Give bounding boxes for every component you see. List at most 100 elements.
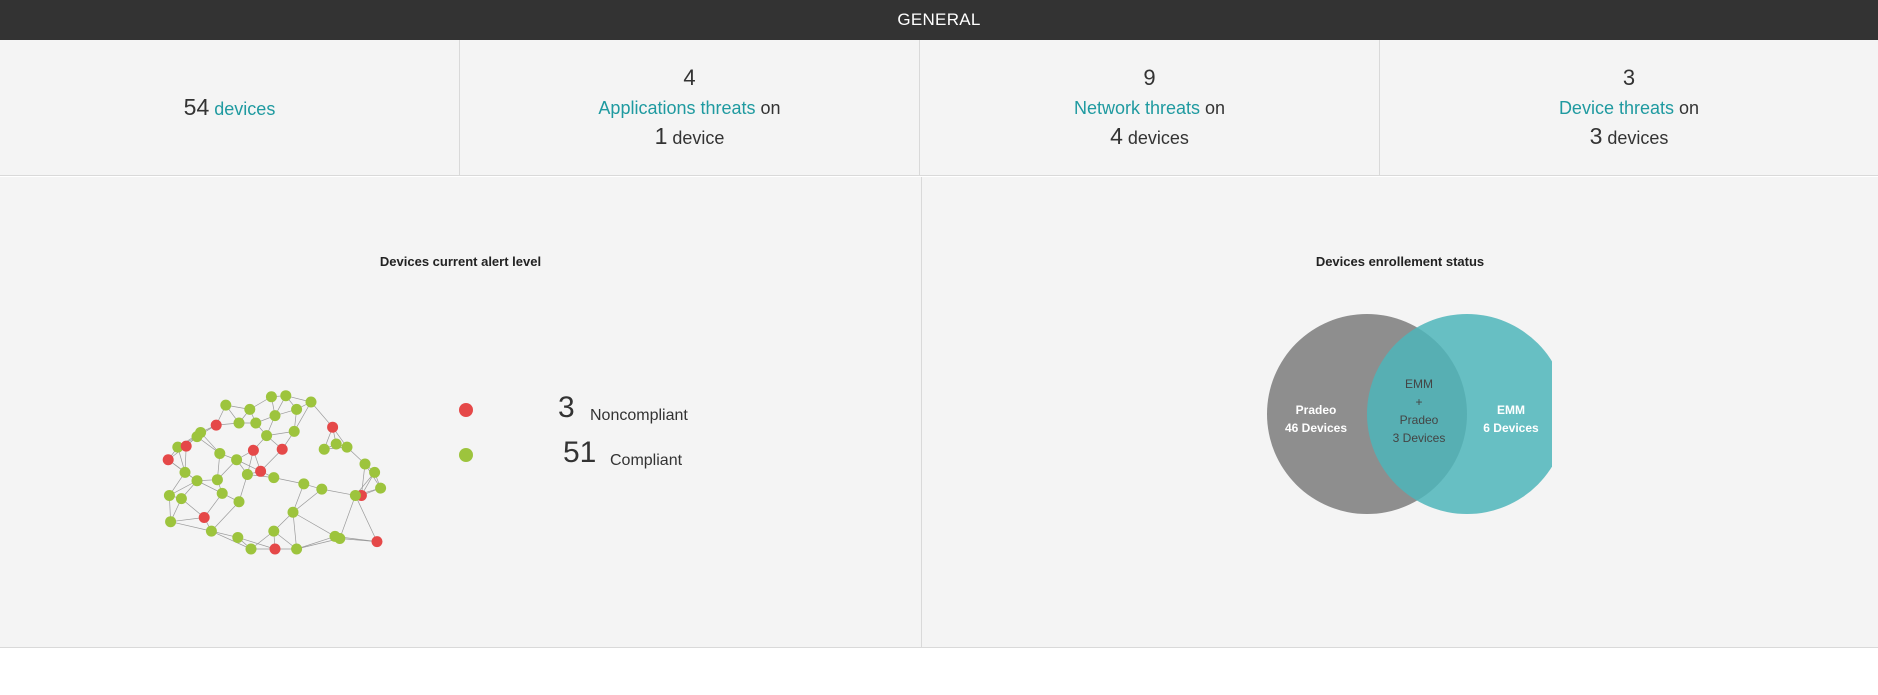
section-header: GENERAL: [0, 0, 1878, 40]
device-node-compliant[interactable]: [195, 426, 207, 438]
device-node-noncompliant[interactable]: [371, 536, 383, 548]
venn-emm-value: 6 Devices: [1483, 421, 1539, 435]
device-node-noncompliant[interactable]: [162, 454, 174, 466]
venn-pradeo-name: Pradeo: [1296, 403, 1337, 417]
device-node-compliant[interactable]: [268, 525, 280, 537]
device-node-compliant[interactable]: [330, 438, 342, 450]
device-node-compliant[interactable]: [305, 396, 317, 408]
enrollment-title: Devices enrollement status: [1315, 254, 1485, 269]
device-node-compliant[interactable]: [298, 478, 310, 490]
device-node-compliant[interactable]: [261, 430, 273, 442]
device-threats-count: 3: [1622, 65, 1636, 90]
enrollment-panel: Devices enrollement status Pradeo 46 Dev…: [922, 177, 1878, 647]
device-node-compliant[interactable]: [231, 454, 243, 466]
device-node-compliant[interactable]: [232, 531, 244, 543]
venn-overlap-value: 3 Devices: [1393, 431, 1446, 445]
device-node-compliant[interactable]: [250, 417, 262, 429]
device-node-compliant[interactable]: [341, 441, 353, 453]
device-node-noncompliant[interactable]: [327, 421, 339, 433]
device-node-compliant[interactable]: [245, 543, 257, 555]
noncompliant-dot: [459, 403, 473, 417]
device-node-compliant[interactable]: [241, 468, 253, 480]
devices-link[interactable]: devices: [214, 99, 275, 119]
network-edge: [339, 495, 356, 539]
device-node-compliant[interactable]: [214, 447, 226, 459]
compliant-dot: [459, 448, 473, 462]
device-node-compliant[interactable]: [265, 391, 277, 403]
stats-row: 54 devices 4 Applications threats on 1 d…: [0, 40, 1878, 176]
device-network-graph[interactable]: [150, 307, 420, 577]
device-node-compliant[interactable]: [359, 458, 371, 470]
venn-overlap-line2: +: [1415, 395, 1422, 409]
venn-overlap-line3: Pradeo: [1400, 413, 1439, 427]
network-threats-link[interactable]: Network threats: [1074, 98, 1200, 118]
network-edge: [292, 512, 297, 550]
device-node-compliant[interactable]: [349, 489, 361, 501]
network-device-label: devices: [1127, 128, 1189, 148]
applications-threats-count: 4: [683, 65, 696, 90]
device-node-compliant[interactable]: [269, 410, 281, 422]
venn-overlap-line1: EMM: [1405, 377, 1433, 391]
device-node-noncompliant[interactable]: [269, 543, 281, 555]
device-threats-link[interactable]: Device threats: [1559, 98, 1674, 118]
device-on-label: on: [1679, 98, 1700, 118]
venn-pradeo-value: 46 Devices: [1285, 421, 1347, 435]
chart-panels: Devices current alert level 3 Noncomplia…: [0, 177, 1878, 648]
device-node-compliant[interactable]: [369, 466, 381, 478]
device-node-compliant[interactable]: [268, 472, 280, 484]
compliant-label: Compliant: [610, 452, 683, 469]
noncompliant-label: Noncompliant: [590, 407, 688, 424]
section-title: GENERAL: [897, 10, 981, 29]
device-node-compliant[interactable]: [191, 475, 203, 487]
network-edge: [237, 537, 276, 550]
network-device-count: 4: [1110, 123, 1123, 149]
device-node-compliant[interactable]: [244, 403, 256, 415]
device-node-noncompliant[interactable]: [180, 440, 192, 452]
device-node-noncompliant[interactable]: [198, 512, 210, 523]
stat-devices: 54 devices: [0, 40, 460, 175]
network-edge: [211, 501, 240, 532]
device-node-compliant[interactable]: [288, 425, 300, 437]
device-node-compliant[interactable]: [165, 516, 177, 528]
alert-level-panel: Devices current alert level 3 Noncomplia…: [0, 177, 922, 647]
stat-device-threats: 3 Device threats on 3 devices: [1380, 40, 1878, 175]
stat-applications-threats: 4 Applications threats on 1 device: [460, 40, 920, 175]
applications-threats-link[interactable]: Applications threats: [598, 98, 755, 118]
device-device-label: devices: [1607, 128, 1669, 148]
device-node-noncompliant[interactable]: [247, 444, 259, 456]
device-node-compliant[interactable]: [316, 483, 328, 495]
device-node-compliant[interactable]: [329, 530, 341, 542]
device-node-compliant[interactable]: [163, 489, 175, 501]
device-node-compliant[interactable]: [318, 443, 330, 455]
network-edge: [296, 536, 336, 550]
device-node-compliant[interactable]: [216, 487, 228, 499]
device-node-compliant[interactable]: [287, 506, 299, 518]
venn-emm-name: EMM: [1497, 403, 1525, 417]
alert-level-title: Devices current alert level: [379, 254, 542, 269]
device-device-count: 3: [1589, 123, 1603, 149]
device-node-compliant[interactable]: [233, 417, 245, 429]
device-node-compliant[interactable]: [291, 403, 303, 415]
device-node-compliant[interactable]: [205, 525, 217, 537]
device-node-noncompliant[interactable]: [276, 443, 288, 455]
device-node-noncompliant[interactable]: [255, 465, 267, 477]
applications-device-count: 1: [654, 123, 668, 149]
device-node-compliant[interactable]: [175, 493, 187, 505]
device-node-compliant[interactable]: [375, 482, 387, 494]
device-node-noncompliant[interactable]: [210, 419, 222, 431]
applications-on-label: on: [760, 98, 781, 118]
network-threats-count: 9: [1143, 65, 1156, 90]
device-node-compliant[interactable]: [179, 466, 191, 478]
device-node-compliant[interactable]: [220, 399, 232, 411]
device-node-compliant[interactable]: [280, 390, 292, 402]
compliant-count: 51: [563, 436, 597, 469]
network-edge: [170, 521, 212, 532]
network-on-label: on: [1205, 98, 1226, 118]
network-edge: [292, 511, 336, 537]
device-node-compliant[interactable]: [291, 543, 303, 555]
device-node-compliant[interactable]: [233, 496, 245, 508]
device-node-compliant[interactable]: [211, 474, 223, 486]
network-edge: [211, 530, 252, 550]
network-edge: [355, 495, 378, 542]
stat-network-threats: 9 Network threats on 4 devices: [920, 40, 1380, 175]
